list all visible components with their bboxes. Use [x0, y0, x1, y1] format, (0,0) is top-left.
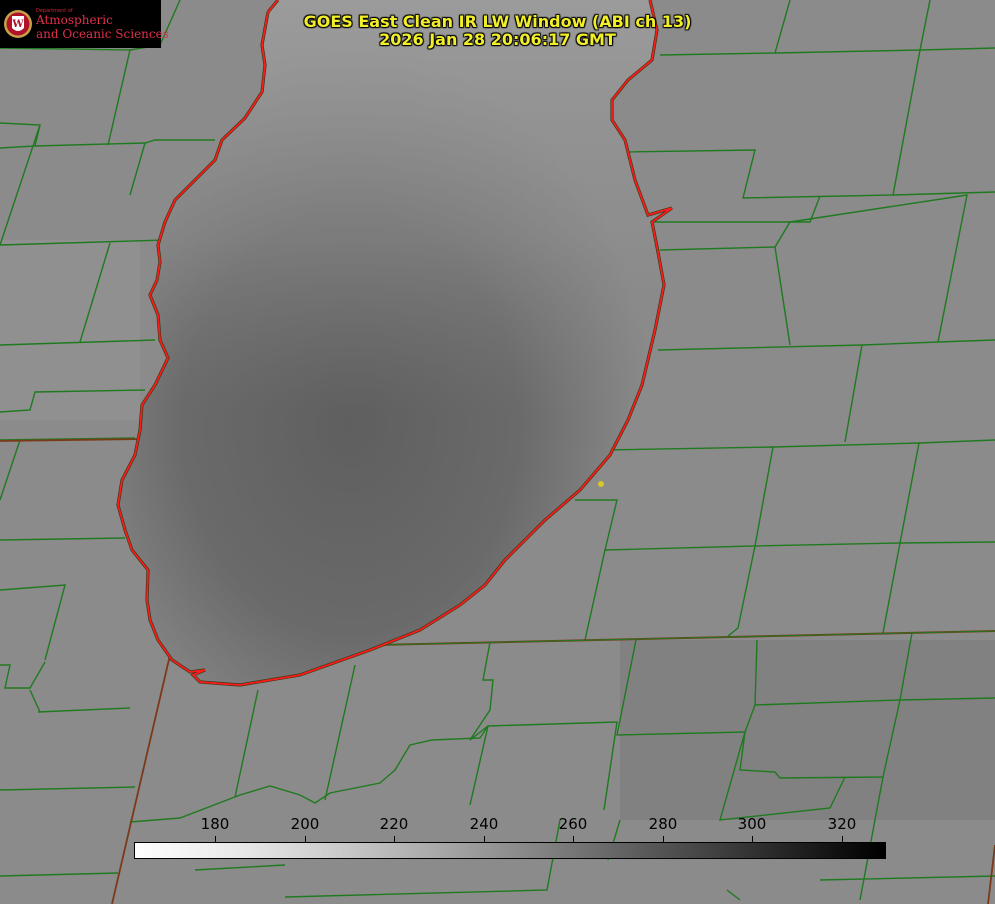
map-canvas [0, 0, 995, 904]
colorbar-tick-label: 240 [469, 815, 499, 833]
satellite-map: W Department of Atmospheric and Oceanic … [0, 0, 995, 904]
location-marker [598, 481, 604, 487]
colorbar-tick-label: 200 [290, 815, 320, 833]
land-shade-w [0, 240, 140, 420]
colorbar-tick-label: 220 [379, 815, 409, 833]
colorbar-tick-label: 280 [648, 815, 678, 833]
colorbar-tick-label: 300 [737, 815, 767, 833]
map-timestamp: 2026 Jan 28 20:06:17 GMT [379, 30, 616, 49]
colorbar-tick-label: 320 [827, 815, 857, 833]
map-title: GOES East Clean IR LW Window (ABI ch 13) [303, 12, 692, 31]
colorbar-tick-label: 180 [200, 815, 230, 833]
land-shade-se [620, 640, 995, 820]
colorbar-tick-label: 260 [558, 815, 588, 833]
colorbar [134, 842, 886, 859]
